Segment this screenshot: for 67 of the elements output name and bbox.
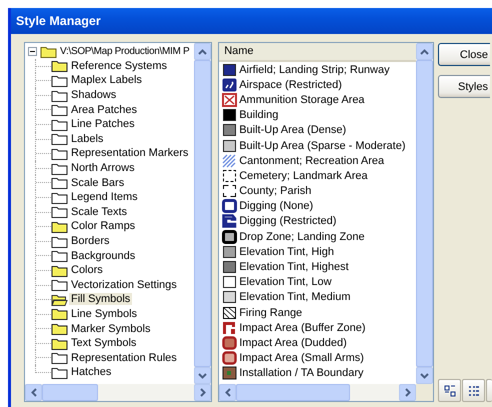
dialog-button[interactable]: Close bbox=[438, 43, 490, 66]
list-view-icon bbox=[468, 384, 480, 396]
tree-item[interactable]: Reference Systems bbox=[69, 60, 169, 72]
symbol-name[interactable]: Impact Area (Dudded) bbox=[239, 336, 347, 349]
tree-item[interactable]: Scale Bars bbox=[69, 176, 126, 189]
tree-item[interactable]: Representation Rules bbox=[69, 352, 179, 364]
horizontal-scrollbar[interactable] bbox=[25, 384, 212, 401]
symbol-name[interactable]: Cantonment; Recreation Area bbox=[239, 154, 384, 167]
symbol-swatch-icon bbox=[222, 123, 238, 138]
view-mode-button[interactable] bbox=[438, 379, 461, 402]
symbol-name[interactable]: Ammunition Storage Area bbox=[239, 94, 365, 106]
column-header[interactable]: Name bbox=[219, 43, 416, 62]
symbol-name[interactable]: Firing Range bbox=[239, 306, 302, 319]
tree-item[interactable]: Fill Symbols bbox=[69, 293, 132, 306]
tree-item[interactable]: Vectorization Settings bbox=[69, 278, 179, 291]
vertical-scrollbar[interactable] bbox=[194, 43, 212, 384]
symbol-swatch-icon bbox=[222, 290, 238, 304]
tree-item[interactable]: Labels bbox=[69, 132, 106, 145]
tree-item[interactable]: Shadows bbox=[69, 89, 118, 102]
symbol-swatch-icon bbox=[222, 108, 238, 122]
tree-item[interactable]: Area Patches bbox=[69, 104, 140, 116]
tree-item[interactable]: Text Symbols bbox=[69, 337, 138, 350]
symbol-swatch-icon bbox=[222, 244, 238, 259]
symbol-name[interactable]: Cemetery; Landmark Area bbox=[239, 170, 368, 182]
symbol-name[interactable]: Installation / TA Boundary bbox=[239, 367, 364, 380]
tree-item[interactable]: Maplex Labels bbox=[69, 74, 144, 86]
symbol-name[interactable]: Elevation Tint, Medium bbox=[239, 291, 350, 304]
collapse-icon[interactable] bbox=[28, 46, 37, 56]
tree-item[interactable]: Legend Items bbox=[69, 191, 140, 204]
tree-item[interactable]: Hatches bbox=[69, 366, 114, 378]
symbol-name[interactable]: Elevation Tint, High bbox=[239, 246, 334, 258]
symbol-name[interactable]: Elevation Tint, Highest bbox=[239, 261, 349, 274]
symbol-name[interactable]: Impact Area (Small Arms) bbox=[239, 352, 364, 364]
symbol-name[interactable]: Impact Area (Buffer Zone) bbox=[239, 322, 366, 334]
scrollbar-corner bbox=[416, 384, 433, 401]
vertical-scrollbar[interactable] bbox=[416, 43, 433, 384]
large-icons-icon bbox=[444, 384, 456, 396]
symbol-name[interactable]: Built-Up Area (Sparse - Moderate) bbox=[239, 140, 406, 152]
symbol-swatch-icon bbox=[222, 62, 238, 77]
window-title: Style Manager bbox=[16, 14, 101, 28]
symbol-name[interactable]: Digging (None) bbox=[239, 200, 314, 212]
tree-item[interactable]: North Arrows bbox=[69, 162, 137, 174]
symbol-name[interactable]: Airspace (Restricted) bbox=[239, 78, 342, 91]
symbol-name[interactable]: Elevation Tint, Low bbox=[239, 276, 332, 288]
symbol-swatch-icon bbox=[222, 260, 238, 274]
symbol-name[interactable]: Built-Up Area (Dense) bbox=[239, 124, 346, 136]
tree-item[interactable]: Colors bbox=[69, 264, 105, 276]
symbol-name[interactable]: County; Parish bbox=[239, 185, 312, 198]
symbol-name[interactable]: Airfield; Landing Strip; Runway bbox=[239, 64, 390, 76]
tree-item[interactable]: Marker Symbols bbox=[69, 322, 152, 335]
symbol-name[interactable]: Building bbox=[239, 109, 278, 122]
view-mode-button[interactable] bbox=[462, 379, 485, 402]
tree-item[interactable]: Representation Markers bbox=[69, 147, 190, 160]
tree-item[interactable]: Line Symbols bbox=[69, 308, 140, 320]
folder-icon bbox=[40, 44, 57, 58]
tree-item[interactable]: Color Ramps bbox=[69, 220, 138, 232]
horizontal-scrollbar[interactable] bbox=[219, 384, 433, 401]
tree-item[interactable]: Borders bbox=[69, 235, 112, 248]
tree-item[interactable]: Line Patches bbox=[69, 118, 137, 130]
symbol-swatch-icon bbox=[222, 275, 238, 290]
symbol-name[interactable]: Drop Zone; Landing Zone bbox=[239, 230, 365, 243]
symbol-name[interactable]: Digging (Restricted) bbox=[239, 215, 336, 228]
symbol-swatch-icon bbox=[222, 138, 238, 153]
tree-item[interactable]: Backgrounds bbox=[69, 250, 138, 262]
tree-root-label[interactable]: V:\SOP\Map Production\MIM P bbox=[58, 46, 192, 57]
dialog-button[interactable]: Styles bbox=[438, 75, 490, 98]
tree-item[interactable]: Scale Texts bbox=[69, 206, 130, 218]
